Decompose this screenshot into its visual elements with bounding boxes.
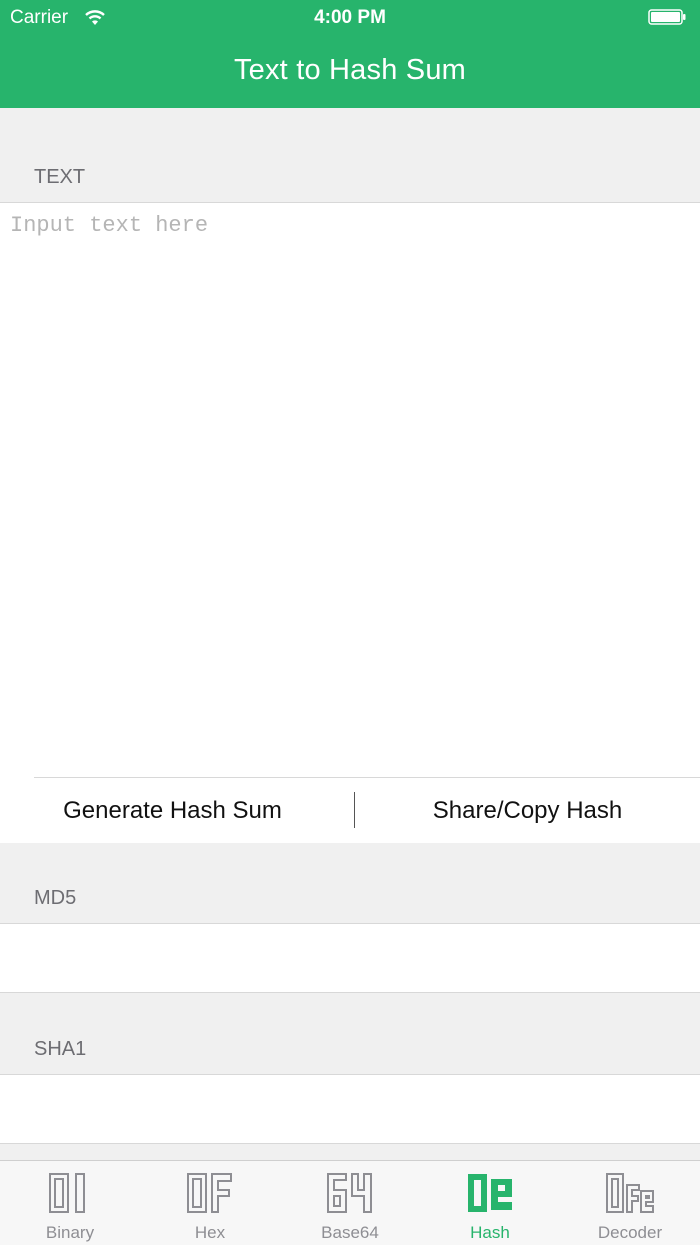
tab-label-base64: Base64 <box>321 1223 379 1242</box>
text-section-label: TEXT <box>34 166 86 188</box>
sha1-result-field[interactable] <box>0 1074 700 1144</box>
status-bar: Carrier 4:00 PM <box>0 0 700 38</box>
text-card: Generate Hash Sum Share/Copy Hash <box>0 202 700 843</box>
battery-icon <box>648 9 686 25</box>
tab-label-decoder: Decoder <box>597 1223 663 1242</box>
tab-base64[interactable]: Base64 <box>280 1161 420 1245</box>
tab-bar: Binary Hex Base64 Hash Decoder <box>0 1160 700 1245</box>
tab-hex[interactable]: Hex <box>140 1161 280 1245</box>
tab-label-hex: Hex <box>194 1223 226 1242</box>
action-row: Generate Hash Sum Share/Copy Hash <box>0 777 700 843</box>
hex-0f-icon <box>187 1173 232 1213</box>
page-title: Text to Hash Sum <box>233 54 467 86</box>
tab-hash[interactable]: Hash <box>420 1161 560 1245</box>
hash-0e-icon <box>468 1174 512 1212</box>
sha1-section-label: SHA1 <box>34 1038 87 1060</box>
status-time: 4:00 PM <box>314 7 386 28</box>
md5-section-label: MD5 <box>34 887 77 909</box>
tab-label-hash: Hash <box>470 1223 510 1242</box>
tab-label-binary: Binary <box>45 1223 95 1242</box>
md5-result-field[interactable] <box>0 923 700 993</box>
text-input[interactable] <box>0 203 700 773</box>
tab-binary[interactable]: Binary <box>0 1161 140 1245</box>
base64-64-icon <box>327 1173 372 1213</box>
binary-01-icon <box>49 1173 85 1213</box>
tab-decoder[interactable]: Decoder <box>560 1161 700 1245</box>
decoder-0fe-icon <box>606 1173 654 1213</box>
app-header: Carrier 4:00 PM Text to Hash Sum <box>0 0 700 108</box>
share-copy-hash-button[interactable]: Share/Copy Hash <box>355 778 700 843</box>
generate-hash-button[interactable]: Generate Hash Sum <box>0 778 345 843</box>
